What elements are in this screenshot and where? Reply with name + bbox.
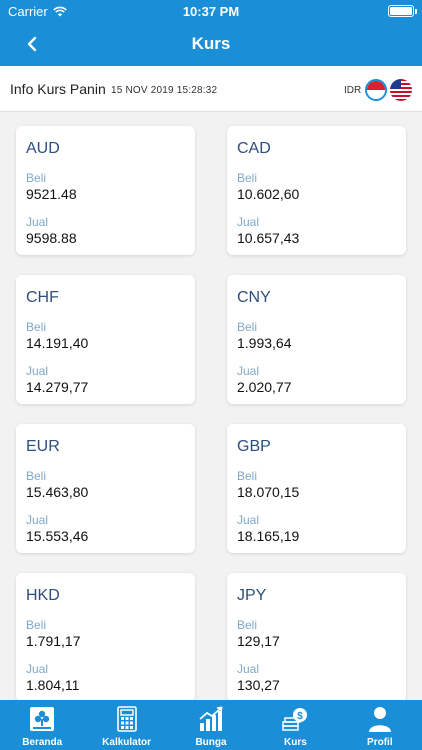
currency-code: HKD <box>26 587 60 604</box>
rate-info-bar: Info Kurs Panin 15 NOV 2019 15:28:32 IDR <box>0 66 422 112</box>
indonesia-flag-icon[interactable] <box>365 79 387 101</box>
sell-rate: 18.165,19 <box>237 528 300 544</box>
tab-label: Kurs <box>284 737 307 748</box>
rate-card-aud[interactable]: AUD Beli 9521.48 Jual 9598.88 <box>16 126 195 255</box>
buy-rate: 1.791,17 <box>26 633 81 649</box>
tab-label: Profil <box>367 737 393 748</box>
sell-label: Jual <box>237 513 260 527</box>
buy-label: Beli <box>237 469 258 483</box>
info-title: Info Kurs Panin <box>10 81 106 97</box>
tab-profil[interactable]: Profil <box>338 700 422 750</box>
home-logo-icon <box>30 707 55 731</box>
person-icon <box>368 707 391 732</box>
tab-label: Beranda <box>22 737 63 748</box>
sell-rate: 130,27 <box>237 677 280 693</box>
info-timestamp: 15 NOV 2019 15:28:32 <box>111 85 218 96</box>
bar-chart-icon <box>199 706 223 731</box>
sell-rate: 9598.88 <box>26 230 77 246</box>
bottom-tab-bar: Beranda Kalkulator Bunga $ Kurs Profil <box>0 700 422 750</box>
buy-rate: 18.070,15 <box>237 484 300 500</box>
svg-text:$: $ <box>298 711 304 722</box>
rates-grid[interactable]: AUD Beli 9521.48 Jual 9598.88 CAD Beli 1… <box>0 112 422 700</box>
status-time: 10:37 PM <box>182 4 240 19</box>
tab-kalkulator[interactable]: Kalkulator <box>84 700 168 750</box>
buy-label: Beli <box>237 171 258 185</box>
tab-bunga[interactable]: Bunga <box>169 700 253 750</box>
sell-label: Jual <box>237 364 260 378</box>
sell-label: Jual <box>237 662 260 676</box>
sell-label: Jual <box>26 662 49 676</box>
buy-rate: 129,17 <box>237 633 280 649</box>
sell-label: Jual <box>237 215 260 229</box>
status-bar: Carrier 10:37 PM <box>0 0 422 22</box>
buy-label: Beli <box>237 618 258 632</box>
currency-code: CHF <box>26 289 59 306</box>
rate-card-gbp[interactable]: GBP Beli 18.070,15 Jual 18.165,19 <box>227 424 406 553</box>
buy-label: Beli <box>237 320 258 334</box>
calculator-icon <box>116 706 137 732</box>
buy-rate: 1.993,64 <box>237 335 292 351</box>
rate-card-hkd[interactable]: HKD Beli 1.791,17 Jual 1.804,11 <box>16 573 195 700</box>
rate-card-jpy[interactable]: JPY Beli 129,17 Jual 130,27 <box>227 573 406 700</box>
buy-rate: 14.191,40 <box>26 335 89 351</box>
base-currency-label: IDR <box>344 85 362 96</box>
navigation-bar: Kurs <box>0 22 422 66</box>
tab-kurs[interactable]: $ Kurs <box>253 700 337 750</box>
page-title: Kurs <box>191 34 231 53</box>
buy-label: Beli <box>26 469 47 483</box>
battery-icon <box>388 5 417 17</box>
buy-label: Beli <box>26 618 47 632</box>
rate-card-cny[interactable]: CNY Beli 1.993,64 Jual 2.020,77 <box>227 275 406 404</box>
currency-code: GBP <box>237 438 271 455</box>
tab-beranda[interactable]: Beranda <box>0 700 84 750</box>
buy-rate: 9521.48 <box>26 186 77 202</box>
currency-code: CNY <box>237 289 271 306</box>
currency-code: CAD <box>237 140 271 157</box>
sell-rate: 14.279,77 <box>26 379 89 395</box>
sell-label: Jual <box>26 364 49 378</box>
buy-rate: 15.463,80 <box>26 484 89 500</box>
app-header: Carrier 10:37 PM Kurs <box>0 0 422 66</box>
sell-rate: 1.804,11 <box>26 677 80 693</box>
rate-card-cad[interactable]: CAD Beli 10.602,60 Jual 10.657,43 <box>227 126 406 255</box>
currency-code: EUR <box>26 438 60 455</box>
currency-code: AUD <box>26 140 60 157</box>
rate-card-chf[interactable]: CHF Beli 14.191,40 Jual 14.279,77 <box>16 275 195 404</box>
buy-label: Beli <box>26 171 47 185</box>
money-stack-icon: $ <box>282 708 308 731</box>
sell-label: Jual <box>26 513 49 527</box>
sell-rate: 15.553,46 <box>26 528 89 544</box>
buy-rate: 10.602,60 <box>237 186 300 202</box>
tab-label: Kalkulator <box>102 737 152 748</box>
sell-rate: 2.020,77 <box>237 379 292 395</box>
sell-rate: 10.657,43 <box>237 230 300 246</box>
rate-card-eur[interactable]: EUR Beli 15.463,80 Jual 15.553,46 <box>16 424 195 553</box>
currency-code: JPY <box>237 587 267 604</box>
sell-label: Jual <box>26 215 49 229</box>
usa-flag-icon[interactable] <box>390 79 412 101</box>
tab-label: Bunga <box>195 737 227 748</box>
buy-label: Beli <box>26 320 47 334</box>
